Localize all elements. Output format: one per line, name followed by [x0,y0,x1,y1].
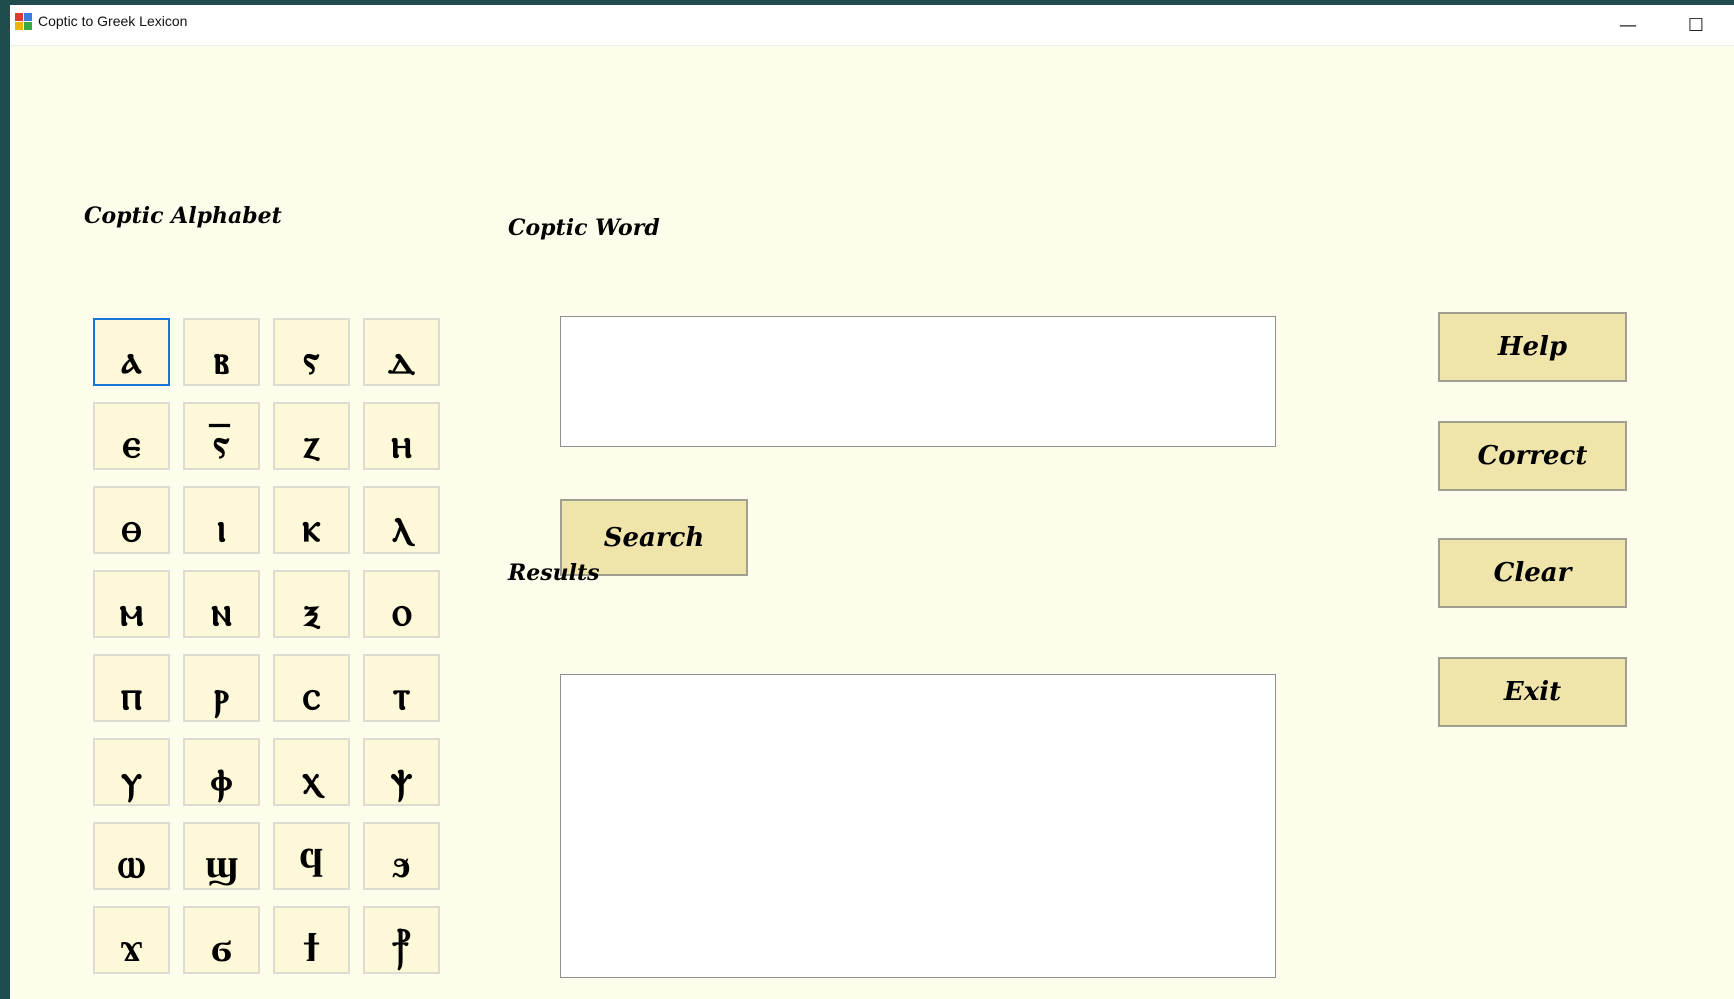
coptic-letter-button[interactable]: ⲙ [93,570,170,638]
exit-button[interactable]: Exit [1438,657,1627,727]
coptic-letter-button[interactable]: ⲡ [93,654,170,722]
coptic-letter-button[interactable]: ⲫ [183,738,260,806]
coptic-letter-button[interactable]: ⲍ [273,402,350,470]
coptic-letter-button[interactable]: ϭ [183,906,260,974]
coptic-letter-button[interactable]: ⲣ [183,654,260,722]
minimize-icon[interactable]: — [1600,5,1656,45]
maximize-icon[interactable]: ☐ [1668,5,1724,45]
coptic-letter-button[interactable]: ⲏ [363,402,440,470]
coptic-letter-button[interactable]: ⲋ̅ [183,402,260,470]
clear-button[interactable]: Clear [1438,538,1627,608]
coptic-letter-button[interactable]: ϥ [273,822,350,890]
app-window-icon [15,13,32,30]
coptic-letter-button[interactable]: ⲟ [363,570,440,638]
window-title: Coptic to Greek Lexicon [38,13,188,29]
coptic-letter-button[interactable]: ⲱ [93,822,170,890]
coptic-letter-button[interactable]: ⲝ [273,570,350,638]
coptic-letter-button[interactable]: ⲇ [363,318,440,386]
title-bar: Coptic to Greek Lexicon — ☐ [10,5,1734,46]
coptic-letter-button[interactable]: ⲕ [273,486,350,554]
coptic-letter-button[interactable]: ⲋ [273,318,350,386]
coptic-letter-button[interactable]: ⲓ [183,486,260,554]
coptic-letter-button[interactable]: ⲁ [93,318,170,386]
coptic-letter-button[interactable]: ⲛ [183,570,260,638]
coptic-letter-button[interactable]: ⲯ [363,738,440,806]
correct-button[interactable]: Correct [1438,421,1627,491]
coptic-word-label: Coptic Word [508,215,660,241]
coptic-letter-button[interactable]: ⲗ [363,486,440,554]
results-textbox[interactable] [560,674,1276,978]
coptic-letter-button[interactable]: ⲭ [273,738,350,806]
alphabet-label: Coptic Alphabet [84,203,282,229]
coptic-letter-button[interactable]: ⲥ [273,654,350,722]
coptic-letter-button[interactable]: ⲑ [93,486,170,554]
coptic-letter-button[interactable]: ϯ [273,906,350,974]
app-window: Coptic to Greek Lexicon — ☐ Coptic Alpha… [10,5,1734,999]
help-button[interactable]: Help [1438,312,1627,382]
coptic-letter-button[interactable]: ⲧ [363,654,440,722]
coptic-letter-button[interactable]: ⲩ [93,738,170,806]
coptic-letter-button[interactable]: ⲉ [93,402,170,470]
coptic-word-input[interactable] [560,316,1276,447]
coptic-letter-button[interactable]: ϧ [363,822,440,890]
coptic-letter-button[interactable]: ⳨ [363,906,440,974]
coptic-letter-button[interactable]: ⲃ [183,318,260,386]
coptic-letter-button[interactable]: ϫ [93,906,170,974]
results-label: Results [508,560,600,586]
coptic-letter-button[interactable]: ϣ [183,822,260,890]
